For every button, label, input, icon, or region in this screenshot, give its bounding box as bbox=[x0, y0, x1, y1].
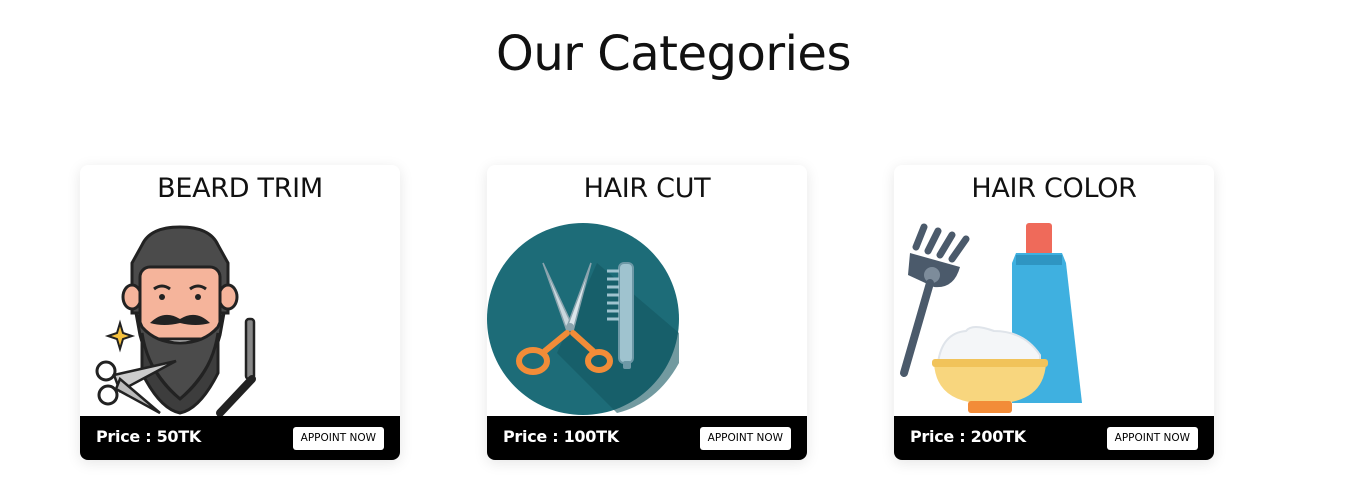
card-footer: Price : 100TK APPOINT NOW bbox=[487, 416, 807, 460]
price-label: Price : 50TK bbox=[96, 427, 201, 446]
price-label: Price : 100TK bbox=[503, 427, 619, 446]
card-title: BEARD TRIM bbox=[157, 173, 323, 204]
category-card-beard-trim: BEARD TRIM Price : 50TK APPOINT NOW bbox=[80, 165, 400, 460]
price-label: Price : 200TK bbox=[910, 427, 1026, 446]
scissors-comb-icon bbox=[487, 223, 679, 415]
category-card-hair-color: HAIR COLOR Price : 200TK APPOINT NOW bbox=[894, 165, 1214, 460]
hair-dye-icon bbox=[900, 223, 1082, 413]
barber-beard-icon bbox=[95, 225, 256, 416]
appoint-now-button[interactable]: APPOINT NOW bbox=[699, 427, 791, 450]
category-card-hair-cut: HAIR CUT Price : 100TK APPOINT NOW bbox=[487, 165, 807, 460]
card-title: HAIR CUT bbox=[583, 173, 711, 204]
card-footer: Price : 50TK APPOINT NOW bbox=[80, 416, 400, 460]
appoint-now-button[interactable]: APPOINT NOW bbox=[1106, 427, 1198, 450]
section-title: Our Categories bbox=[496, 26, 851, 82]
card-title: HAIR COLOR bbox=[971, 173, 1137, 204]
appoint-now-button[interactable]: APPOINT NOW bbox=[292, 427, 384, 450]
card-footer: Price : 200TK APPOINT NOW bbox=[894, 416, 1214, 460]
